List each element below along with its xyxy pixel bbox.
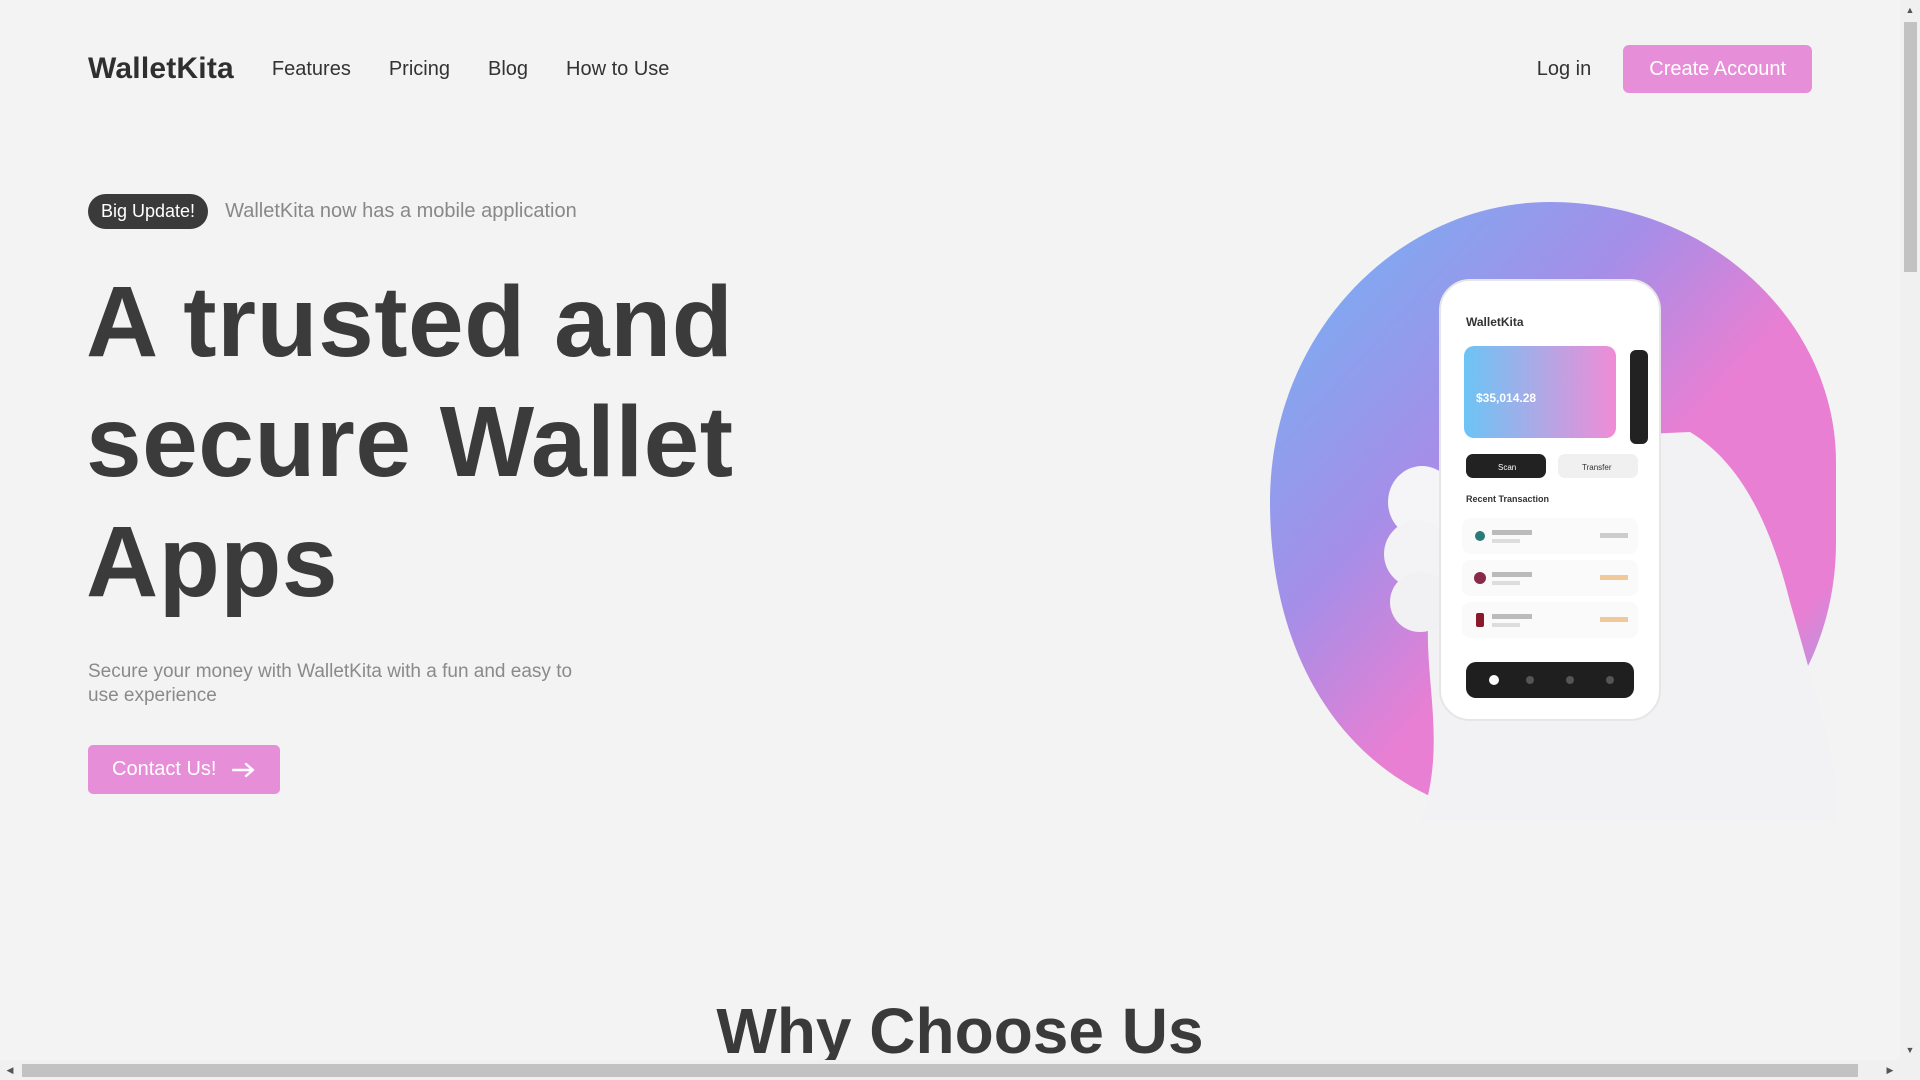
- phone-balance: $35,014.28: [1476, 391, 1536, 405]
- arrow-right-icon: [232, 762, 255, 777]
- logo[interactable]: WalletKita: [88, 52, 234, 86]
- phone-transaction-list: [1462, 518, 1638, 638]
- svg-text:Scan: Scan: [1498, 463, 1516, 472]
- contact-us-label: Contact Us!: [112, 758, 217, 780]
- login-link[interactable]: Log in: [1537, 58, 1592, 81]
- nav-actions: Log in Create Account: [1537, 45, 1812, 93]
- scroll-up-icon[interactable]: ▲: [1900, 0, 1920, 20]
- nav-link-pricing[interactable]: Pricing: [389, 58, 450, 81]
- scroll-left-icon[interactable]: ◀: [0, 1060, 20, 1080]
- page-viewport: WalletKita Features Pricing Blog How to …: [0, 0, 1900, 1060]
- contact-us-button[interactable]: Contact Us!: [88, 745, 281, 794]
- main-menu: Features Pricing Blog How to Use: [272, 58, 669, 81]
- phone-section-label: Recent Transaction: [1466, 494, 1549, 504]
- hero-subtitle: Secure your money with WalletKita with a…: [88, 661, 573, 706]
- section-title-why-choose-us: Why Choose Us: [716, 995, 1204, 1060]
- scroll-right-icon[interactable]: ▶: [1880, 1060, 1900, 1080]
- horizontal-scroll-thumb[interactable]: [22, 1064, 1858, 1077]
- horizontal-scrollbar[interactable]: ◀ ▶: [0, 1060, 1920, 1080]
- hero-title-line: A trusted and: [86, 266, 734, 378]
- vertical-scroll-thumb[interactable]: [1904, 22, 1917, 272]
- announcement-text: WalletKita now has a mobile application: [225, 200, 577, 222]
- vertical-scrollbar[interactable]: ▲ ▼: [1900, 0, 1920, 1060]
- nav-link-blog[interactable]: Blog: [488, 58, 528, 81]
- scroll-down-icon[interactable]: ▼: [1900, 1040, 1920, 1060]
- create-account-button[interactable]: Create Account: [1623, 45, 1812, 93]
- update-badge: Big Update!: [88, 194, 209, 229]
- phone-app-name: WalletKita: [1466, 315, 1524, 329]
- hero-title: A trusted and secure Wallet Apps: [86, 262, 786, 622]
- nav-link-features[interactable]: Features: [272, 58, 351, 81]
- nav-link-how-to-use[interactable]: How to Use: [566, 58, 669, 81]
- top-navigation: WalletKita Features Pricing Blog How to …: [88, 44, 1812, 94]
- announcement: Big Update! WalletKita now has a mobile …: [88, 194, 577, 229]
- hero-phone-illustration: WalletKita $35,014.28 Scan Transfer Rece…: [1270, 202, 1836, 822]
- hero-title-line: secure Wallet: [86, 386, 734, 498]
- svg-text:Transfer: Transfer: [1582, 463, 1612, 472]
- hero-title-line: Apps: [86, 506, 338, 618]
